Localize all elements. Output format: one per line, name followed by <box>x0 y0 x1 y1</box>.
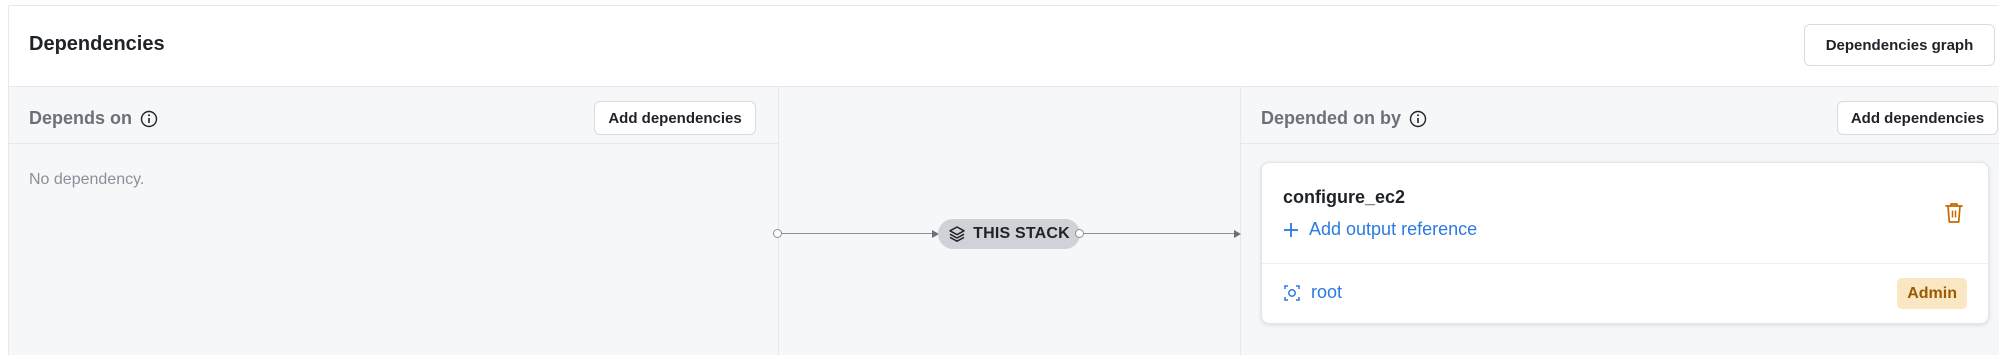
info-icon[interactable] <box>140 110 158 128</box>
role-badge: Admin <box>1897 278 1967 309</box>
flow-line-right <box>1084 233 1234 234</box>
add-dependencies-button[interactable]: Add dependencies <box>594 101 756 135</box>
depends-on-label-group: Depends on <box>29 108 158 129</box>
flow-mid-node <box>1075 229 1084 238</box>
layers-icon <box>948 225 966 243</box>
depends-on-label: Depends on <box>29 108 133 128</box>
arrow-icon <box>1234 230 1241 238</box>
dependencies-graph-button[interactable]: Dependencies graph <box>1804 24 1995 66</box>
this-stack-node: THIS STACK <box>938 219 1080 249</box>
card-divider <box>1262 263 1988 264</box>
space-link[interactable]: root <box>1283 282 1342 303</box>
depends-on-column: Depends on Add dependencies No dependenc… <box>9 87 779 355</box>
depended-on-by-label-group: Depended on by <box>1261 108 1427 129</box>
this-stack-label: THIS STACK <box>973 225 1070 242</box>
stack-name: configure_ec2 <box>1283 187 1406 207</box>
space-icon <box>1283 284 1301 302</box>
depends-on-header: Depends on Add dependencies <box>9 87 778 144</box>
depended-on-by-header: Depended on by Add dependencies <box>1241 87 1999 144</box>
add-output-reference-label: Add output reference <box>1309 219 1478 239</box>
dependent-stack-card: configure_ec2 Add output reference root … <box>1261 162 1989 324</box>
space-name: root <box>1311 282 1343 302</box>
panel-header: Dependencies Dependencies graph <box>9 6 1999 87</box>
plus-icon <box>1283 222 1299 238</box>
trash-icon[interactable] <box>1943 201 1965 225</box>
add-output-reference-link[interactable]: Add output reference <box>1283 219 1477 240</box>
info-icon[interactable] <box>1409 110 1427 128</box>
add-dependencies-button[interactable]: Add dependencies <box>1837 101 1998 135</box>
empty-state-text: No dependency. <box>29 171 145 188</box>
flow-line-left <box>782 233 932 234</box>
flow-start-node <box>773 229 782 238</box>
depended-on-by-label: Depended on by <box>1261 108 1402 128</box>
page-title: Dependencies <box>29 33 165 55</box>
